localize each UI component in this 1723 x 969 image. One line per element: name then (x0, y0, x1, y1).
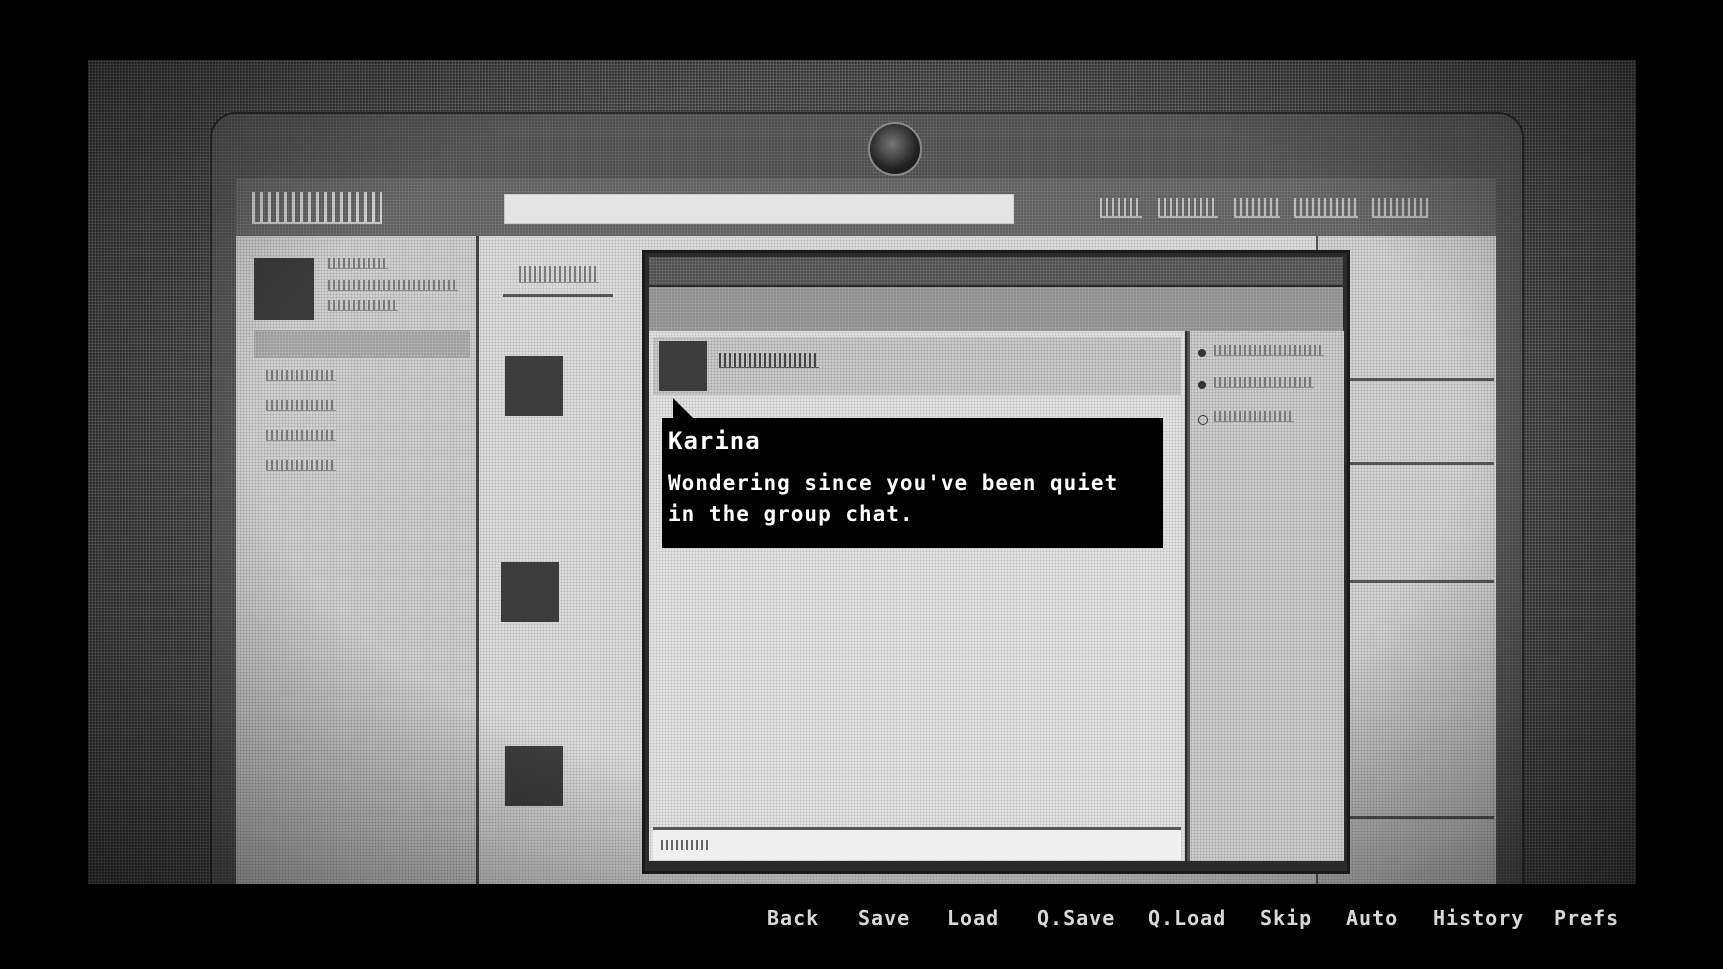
feed-avatar (505, 746, 563, 806)
feed-tab-underline (503, 294, 613, 297)
sidebar-scribble (266, 430, 336, 441)
chat-window (642, 250, 1350, 874)
feed-avatar (501, 562, 559, 622)
chat-input (653, 827, 1181, 860)
profile-avatar (254, 258, 314, 320)
chat-contact-name-scribble (719, 353, 819, 368)
auto-button[interactable]: Auto (1346, 898, 1398, 938)
nav-scribble (1372, 198, 1428, 218)
sidebar-scribble (266, 400, 336, 411)
chat-message-area (649, 331, 1185, 861)
chat-contact-bar (653, 337, 1181, 395)
profile-scribble (328, 258, 388, 269)
nav-scribble (1158, 198, 1218, 218)
history-button[interactable]: History (1433, 898, 1524, 938)
website-logo (252, 192, 382, 224)
save-button[interactable]: Save (858, 898, 910, 938)
dialogue-box[interactable]: Karina Wondering since you've been quiet… (662, 418, 1163, 548)
skip-button[interactable]: Skip (1260, 898, 1312, 938)
dialogue-text: Wondering since you've been quiet in the… (668, 468, 1155, 530)
dialogue-tail (673, 398, 695, 420)
chat-input-scribble (661, 840, 711, 850)
member-status-dot-icon (1198, 349, 1206, 357)
profile-scribble (328, 280, 458, 291)
member-name-scribble (1214, 411, 1294, 422)
nav-scribble (1234, 198, 1280, 218)
website-search-bar (504, 194, 1014, 224)
nav-scribble (1100, 198, 1142, 218)
prefs-button[interactable]: Prefs (1554, 898, 1619, 938)
website-header (236, 178, 1496, 236)
webcam-icon (868, 122, 922, 176)
profile-scribble (328, 300, 398, 311)
feed-tab-scribble (519, 266, 599, 283)
quick-menu: Back Save Load Q.Save Q.Load Skip Auto H… (0, 898, 1723, 938)
sidebar-highlight (254, 330, 470, 358)
back-button[interactable]: Back (767, 898, 819, 938)
member-name-scribble (1214, 345, 1324, 356)
member-name-scribble (1214, 377, 1314, 388)
quick-load-button[interactable]: Q.Load (1148, 898, 1226, 938)
load-button[interactable]: Load (947, 898, 999, 938)
chat-contact-avatar (659, 341, 707, 391)
website-left-sidebar (236, 236, 479, 884)
sidebar-scribble (266, 460, 336, 471)
feed-avatar (505, 356, 563, 416)
nav-scribble (1294, 198, 1358, 218)
chat-titlebar (649, 257, 1343, 285)
speaker-name: Karina (668, 426, 1155, 456)
member-status-empty-dot-icon (1198, 415, 1208, 425)
quick-save-button[interactable]: Q.Save (1037, 898, 1115, 938)
chat-members-list (1187, 331, 1344, 861)
chat-toolbar (649, 287, 1343, 331)
member-status-dot-icon (1198, 381, 1206, 389)
sidebar-scribble (266, 370, 336, 381)
game-stage[interactable]: Karina Wondering since you've been quiet… (0, 0, 1723, 969)
